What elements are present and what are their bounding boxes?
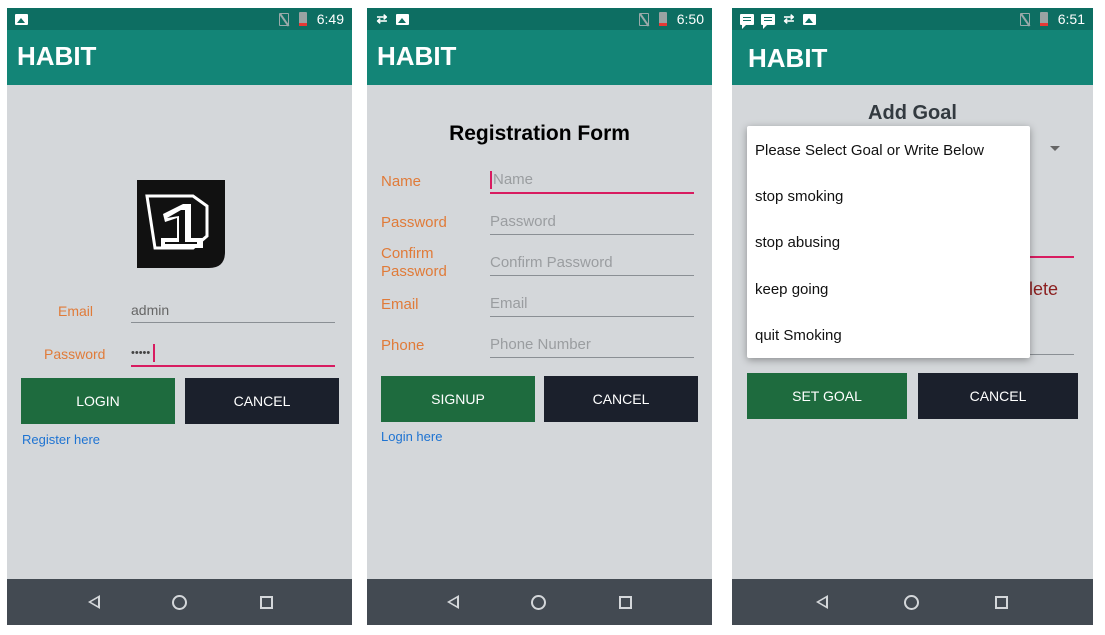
cancel-button[interactable]: CANCEL xyxy=(185,378,339,424)
set-goal-button[interactable]: SET GOAL xyxy=(747,373,907,419)
password-input[interactable]: Password xyxy=(490,207,694,235)
home-icon[interactable] xyxy=(904,595,919,610)
phone-label: Phone xyxy=(381,337,425,354)
recent-apps-icon[interactable] xyxy=(619,596,632,609)
image-icon xyxy=(803,13,816,25)
registration-screen: ⇄ 6:50 HABIT Registration Form Name Name… xyxy=(367,8,712,625)
image-icon xyxy=(396,13,409,25)
status-bar: 6:49 xyxy=(7,8,352,30)
sync-icon: ⇄ xyxy=(376,11,388,26)
dropdown-option[interactable]: keep going xyxy=(755,281,828,298)
dropdown-option[interactable]: stop smoking xyxy=(755,188,843,205)
home-icon[interactable] xyxy=(531,595,546,610)
no-sim-icon xyxy=(278,12,289,26)
text-cursor xyxy=(490,171,492,189)
cancel-button[interactable]: CANCEL xyxy=(544,376,698,422)
email-label: Email xyxy=(381,296,419,313)
dropdown-option[interactable]: Please Select Goal or Write Below xyxy=(755,142,984,159)
message-icon xyxy=(761,13,775,29)
battery-icon xyxy=(298,12,307,26)
registration-title: Registration Form xyxy=(449,122,630,145)
password-field[interactable]: ••••• xyxy=(131,339,335,367)
sync-icon: ⇄ xyxy=(783,11,795,26)
login-screen: 6:49 HABIT Email admin Password ••••• LO… xyxy=(7,8,352,625)
email-input[interactable]: Email xyxy=(490,289,694,317)
confirm-password-placeholder: Confirm Password xyxy=(490,254,613,271)
status-bar: ⇄ 6:50 xyxy=(367,8,712,30)
image-icon xyxy=(15,13,28,25)
status-time: 6:51 xyxy=(1057,11,1085,27)
status-time: 6:50 xyxy=(676,11,704,27)
password-placeholder: Password xyxy=(490,213,556,230)
home-icon[interactable] xyxy=(172,595,187,610)
message-icon xyxy=(740,13,754,29)
back-icon[interactable] xyxy=(816,595,828,609)
email-value: admin xyxy=(131,302,170,318)
cancel-button[interactable]: CANCEL xyxy=(918,373,1078,419)
app-title: HABIT xyxy=(17,41,97,71)
navigation-bar xyxy=(7,579,352,625)
email-label: Email xyxy=(58,303,94,319)
recent-apps-icon[interactable] xyxy=(260,596,273,609)
dropdown-option[interactable]: quit Smoking xyxy=(755,327,842,344)
add-goal-screen: ⇄ 6:51 HABIT Add Goal lete Please Select… xyxy=(732,8,1093,625)
no-sim-icon xyxy=(1019,12,1030,26)
phone-input[interactable]: Phone Number xyxy=(490,330,694,358)
app-title: HABIT xyxy=(377,41,457,71)
app-title: HABIT xyxy=(748,43,828,73)
dropdown-arrow-icon[interactable] xyxy=(1050,146,1060,151)
no-sim-icon xyxy=(638,12,649,26)
phone-placeholder: Phone Number xyxy=(490,336,591,353)
register-link[interactable]: Register here xyxy=(22,432,100,447)
status-time: 6:49 xyxy=(316,11,344,27)
partial-text: lete xyxy=(1029,279,1059,299)
number-one-logo-icon xyxy=(137,180,225,268)
back-icon[interactable] xyxy=(88,595,100,609)
app-bar: HABIT xyxy=(7,30,352,85)
password-label: Password xyxy=(381,214,447,231)
navigation-bar xyxy=(367,579,712,625)
email-placeholder: Email xyxy=(490,295,528,312)
goal-dropdown-menu[interactable]: Please Select Goal or Write Below stop s… xyxy=(747,126,1030,358)
battery-icon xyxy=(658,12,667,26)
navigation-bar xyxy=(732,579,1093,625)
dropdown-option[interactable]: stop abusing xyxy=(755,234,840,251)
signup-button[interactable]: SIGNUP xyxy=(381,376,535,422)
confirm-password-label: Confirm Password xyxy=(381,245,447,280)
email-field[interactable]: admin xyxy=(131,295,335,323)
text-cursor xyxy=(153,344,155,362)
name-label: Name xyxy=(381,173,422,190)
password-label: Password xyxy=(44,346,106,362)
name-input[interactable]: Name xyxy=(490,166,694,194)
login-button[interactable]: LOGIN xyxy=(21,378,175,424)
recent-apps-icon[interactable] xyxy=(995,596,1008,609)
battery-icon xyxy=(1039,12,1048,26)
add-goal-title: Add Goal xyxy=(868,102,957,124)
password-value: ••••• xyxy=(131,347,151,359)
login-link[interactable]: Login here xyxy=(381,429,442,444)
confirm-password-input[interactable]: Confirm Password xyxy=(490,248,694,276)
status-bar: ⇄ 6:51 xyxy=(732,8,1093,30)
name-placeholder: Name xyxy=(493,171,534,188)
app-bar: HABIT xyxy=(732,30,1093,85)
back-icon[interactable] xyxy=(447,595,459,609)
app-bar: HABIT xyxy=(367,30,712,85)
